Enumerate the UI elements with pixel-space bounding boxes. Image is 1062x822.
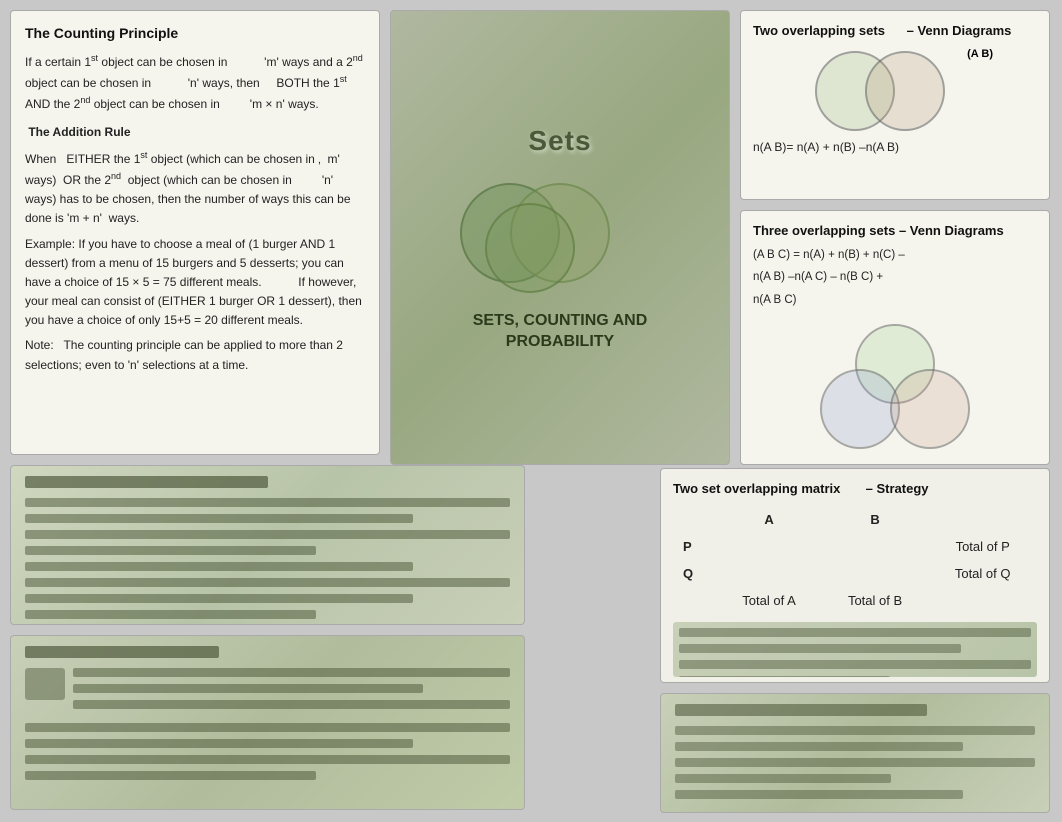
venn-two-panel: Two overlapping sets – Venn Diagrams (A … xyxy=(740,10,1050,200)
blurred-sub-2 xyxy=(73,684,423,693)
venn-two-diagram: (A B) xyxy=(795,46,995,136)
blurred-line-1 xyxy=(25,498,510,507)
br2-line-4 xyxy=(675,774,891,783)
blurred-heading-2 xyxy=(25,646,219,658)
blurred-line-7 xyxy=(25,594,413,603)
matrix-blurred-section xyxy=(673,622,1037,677)
matrix-blurred-2 xyxy=(679,644,961,653)
matrix-row-p: P Total of P xyxy=(673,533,1037,560)
matrix-label-p: P xyxy=(673,533,716,560)
matrix-panel: Two set overlapping matrix – Strategy A … xyxy=(660,468,1050,683)
br2-line-2 xyxy=(675,742,963,751)
matrix-row-q: Q Total of Q xyxy=(673,560,1037,587)
bottom-right-content-2 xyxy=(661,694,1049,813)
matrix-empty-cell xyxy=(673,506,716,533)
addition-rule-body: When EITHER the 1st object (which can be… xyxy=(25,148,365,229)
blurred-line-b4 xyxy=(25,771,316,780)
matrix-cell-pa xyxy=(716,533,822,560)
matrix-cell-qb xyxy=(822,560,929,587)
blurred-heading-1 xyxy=(25,476,268,488)
blurred-line-b2 xyxy=(25,739,413,748)
venn-two-title: Two overlapping sets – Venn Diagrams xyxy=(753,23,1037,38)
matrix-table: A B P Total of P Q Total of Q Total of A… xyxy=(673,506,1037,614)
blurred-sub-3 xyxy=(73,700,510,709)
bottom-right-panel-2 xyxy=(660,693,1050,813)
addition-note: Note: The counting principle can be appl… xyxy=(25,336,365,374)
matrix-cell-qa xyxy=(716,560,822,587)
br2-line-5 xyxy=(675,790,963,799)
matrix-totals-label xyxy=(673,587,716,614)
venn-three-formula-2: n(A B) –n(A C) – n(B C) + xyxy=(753,268,1037,286)
blurred-line-6 xyxy=(25,578,510,587)
venn-three-formula-1: (A B C) = n(A) + n(B) + n(C) – xyxy=(753,246,1037,264)
blurred-line-b3 xyxy=(25,755,510,764)
matrix-total-q: Total of Q xyxy=(928,560,1037,587)
matrix-blurred-3 xyxy=(679,660,1031,669)
venn-three-formula-3: n(A B C) xyxy=(753,291,1037,309)
matrix-header-row: A B xyxy=(673,506,1037,533)
blurred-line-8 xyxy=(25,610,316,619)
venn-three-title: Three overlapping sets – Venn Diagrams xyxy=(753,223,1037,238)
venn3-circle-bottomleft xyxy=(820,369,900,449)
matrix-title: Two set overlapping matrix – Strategy xyxy=(673,481,1037,496)
venn-three-diagram xyxy=(805,319,985,459)
matrix-blurred-4 xyxy=(679,676,890,677)
blurred-line-2 xyxy=(25,514,413,523)
center-title-line2: PROBABILITY xyxy=(450,333,670,351)
venn-two-formula: n(A B)= n(A) + n(B) –n(A B) xyxy=(753,140,1037,154)
bottom-left-content-1 xyxy=(11,466,524,625)
venn-two-ab-label: (A B) xyxy=(967,48,993,60)
addition-rule-title: The Addition Rule xyxy=(25,123,365,142)
matrix-totals-row: Total of A Total of B xyxy=(673,587,1037,614)
counting-principle-title: The Counting Principle xyxy=(25,25,365,41)
br2-line-1 xyxy=(675,726,1035,735)
venn-circle-right xyxy=(865,51,945,131)
matrix-total-p: Total of P xyxy=(928,533,1037,560)
counting-principle-panel: The Counting Principle If a certain 1st … xyxy=(10,10,380,455)
matrix-label-q: Q xyxy=(673,560,716,587)
blurred-line-4 xyxy=(25,546,316,555)
venn3-circle-bottomright xyxy=(890,369,970,449)
venn-three-panel: Three overlapping sets – Venn Diagrams (… xyxy=(740,210,1050,465)
blurred-sub-1 xyxy=(73,668,510,677)
matrix-cell-pb xyxy=(822,533,929,560)
matrix-col-a: A xyxy=(716,506,822,533)
matrix-grand-total xyxy=(928,587,1037,614)
bottom-left-panel-1 xyxy=(10,465,525,625)
center-title-line1: SETS, COUNTING AND xyxy=(450,309,670,333)
blurred-line-3 xyxy=(25,530,510,539)
matrix-col-b: B xyxy=(822,506,929,533)
matrix-blurred-1 xyxy=(679,628,1031,637)
center-title-panel: Sets SETS, COUNTING AND PROBABILITY xyxy=(390,10,730,465)
blurred-line-5 xyxy=(25,562,413,571)
matrix-total-a: Total of A xyxy=(716,587,822,614)
br2-line-3 xyxy=(675,758,1035,767)
br2-heading xyxy=(675,704,927,716)
bottom-left-panel-2 xyxy=(10,635,525,810)
bottom-left-content-2 xyxy=(11,636,524,797)
blurred-line-b1 xyxy=(25,723,510,732)
blurred-row-1 xyxy=(25,668,510,716)
addition-example: Example: If you have to choose a meal of… xyxy=(25,235,365,331)
matrix-total-b: Total of B xyxy=(822,587,929,614)
matrix-col-total-header xyxy=(928,506,1037,533)
counting-paragraph-1: If a certain 1st object can be chosen in… xyxy=(25,51,365,115)
